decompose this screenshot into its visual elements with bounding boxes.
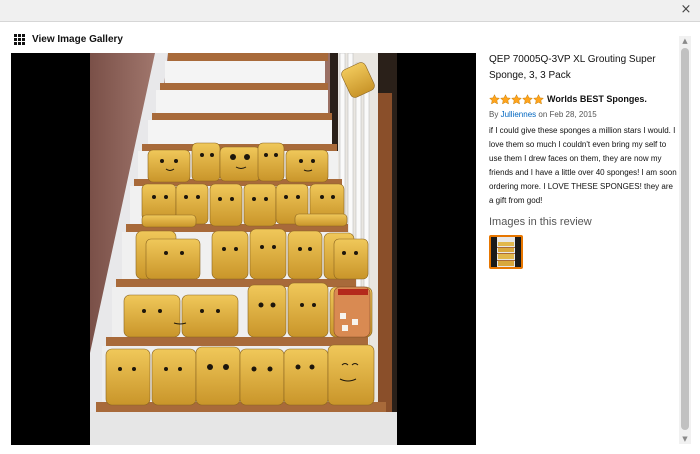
review-date: on Feb 28, 2015 (538, 110, 597, 119)
scroll-up-arrow-icon[interactable]: ▲ (679, 36, 691, 46)
star-icon (489, 93, 500, 104)
modal-title-bar: × (0, 0, 700, 22)
review-title[interactable]: Worlds BEST Sponges. (547, 94, 647, 104)
scroll-down-arrow-icon[interactable]: ▼ (679, 434, 691, 444)
star-icon (522, 93, 533, 104)
review-panel: QEP 70005Q-3VP XL Grouting Super Sponge,… (489, 52, 679, 269)
close-button[interactable]: × (678, 2, 694, 18)
star-icon (533, 93, 544, 104)
vertical-scrollbar[interactable]: ▲ ▼ (679, 36, 691, 444)
scrollbar-thumb[interactable] (681, 48, 689, 430)
review-author-link[interactable]: Julliennes (501, 110, 537, 119)
images-in-review-heading: Images in this review (489, 216, 592, 228)
star-rating (489, 93, 544, 105)
star-icon (511, 93, 522, 104)
view-image-gallery-label: View Image Gallery (32, 33, 123, 45)
review-photo-sponges-on-stairs[interactable] (90, 53, 397, 445)
review-byline: By Julliennes on Feb 28, 2015 (489, 109, 679, 121)
view-image-gallery-link[interactable]: View Image Gallery (14, 32, 123, 46)
review-image-thumbnail[interactable] (489, 235, 523, 269)
byline-prefix: By (489, 110, 499, 119)
star-icon (500, 93, 511, 104)
thumbnail-image (491, 237, 521, 267)
review-rating-row: Worlds BEST Sponges. (489, 92, 679, 106)
image-viewer (11, 53, 476, 445)
product-title[interactable]: QEP 70005Q-3VP XL Grouting Super Sponge,… (489, 52, 679, 84)
grid-icon (14, 33, 25, 45)
review-body: if I could give these sponges a million … (489, 126, 677, 205)
